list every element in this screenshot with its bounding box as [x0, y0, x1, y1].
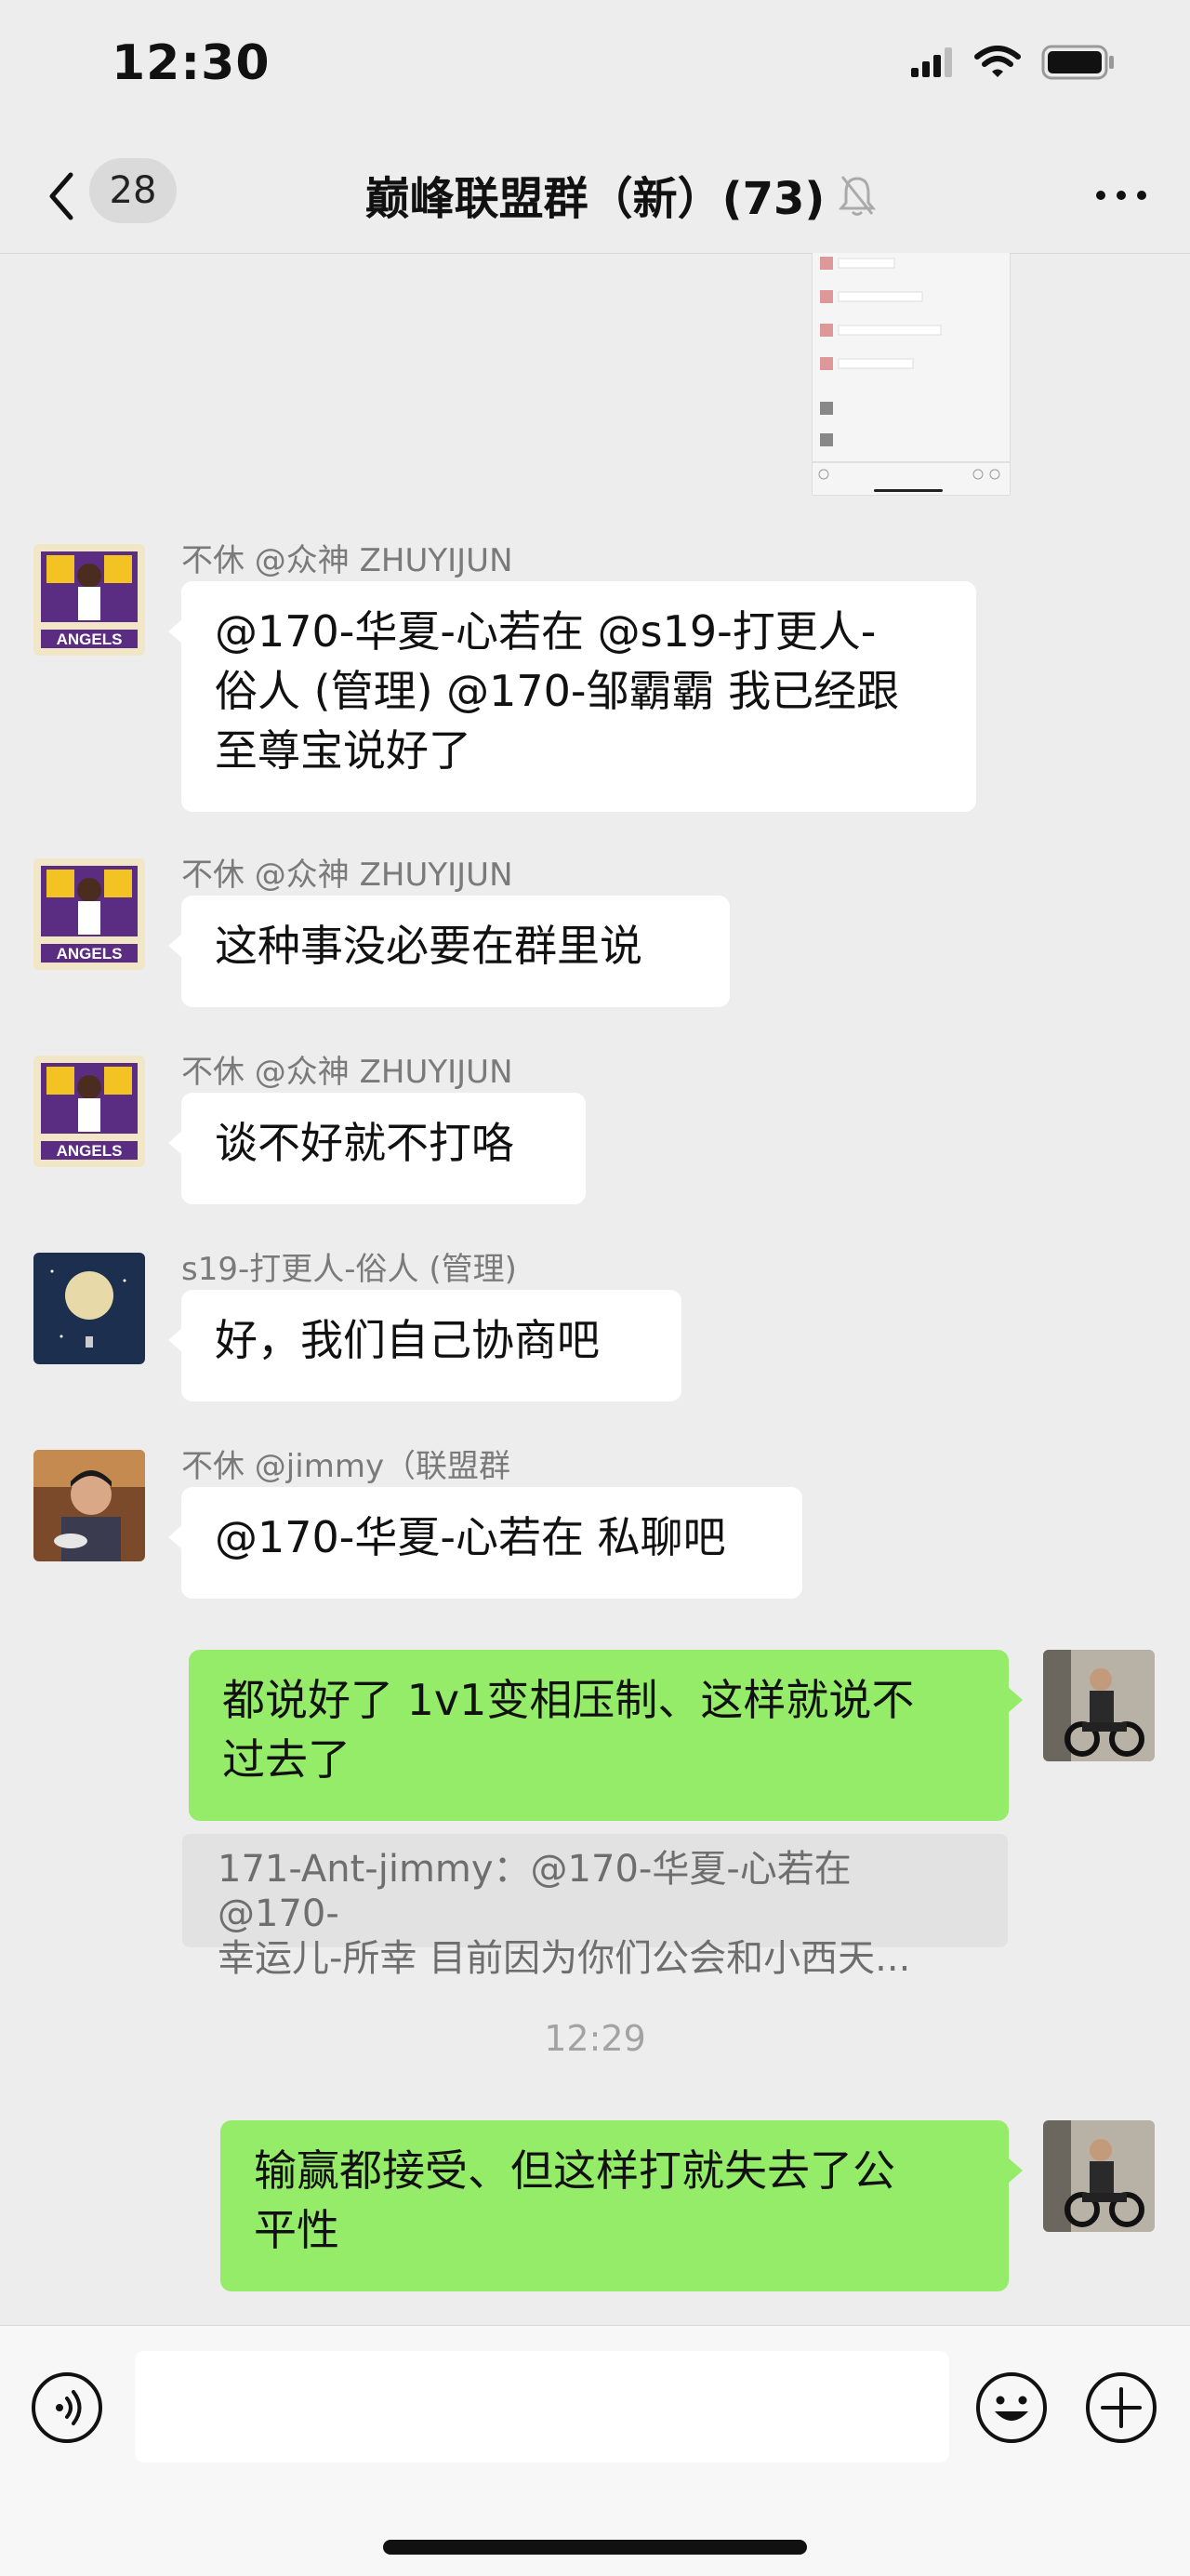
home-indicator — [383, 2540, 807, 2555]
status-icons — [911, 45, 1116, 80]
svg-text:ANGELS: ANGELS — [57, 1142, 123, 1160]
sender-name: s19-打更人-俗人 (管理) — [181, 1251, 517, 1288]
my-avatar[interactable] — [1043, 1650, 1155, 1761]
avatar[interactable] — [33, 1253, 145, 1364]
person-avatar-graphic — [33, 1450, 145, 1561]
quote-text-line: 171-Ant-jimmy：@170-华夏-心若在 @170- — [218, 1848, 852, 1935]
status-bar: 12:30 — [0, 0, 1190, 139]
message-text-line: @170-华夏-心若在 私聊吧 — [215, 1512, 726, 1562]
quote-text-line: 幸运儿-所幸 目前因为你们公会和小西天... — [218, 1937, 911, 1980]
status-time: 12:30 — [112, 35, 271, 91]
screenshot-preview-graphic — [813, 253, 1010, 495]
message-bubble[interactable]: @170-华夏-心若在 私聊吧 — [168, 1487, 802, 1599]
avatar[interactable]: ANGELS — [33, 544, 145, 656]
message-text-line: 好，我们自己协商吧 — [215, 1315, 600, 1365]
plus-icon[interactable] — [1084, 2370, 1158, 2445]
message-input[interactable] — [135, 2351, 949, 2463]
shared-screenshot-image[interactable] — [812, 253, 1011, 496]
avatar[interactable] — [33, 1450, 145, 1561]
message-text-line: 谈不好就不打咯 — [215, 1118, 514, 1168]
moon-avatar-graphic — [33, 1253, 145, 1364]
sender-name: 不休 @众神 ZHUYIJUN — [181, 542, 513, 579]
message-text-line: 这种事没必要在群里说 — [215, 921, 642, 971]
chat-timestamp: 12:29 — [544, 2018, 646, 2059]
quoted-message[interactable]: 171-Ant-jimmy：@170-华夏-心若在 @170- 幸运儿-所幸 目… — [182, 1834, 1008, 1980]
message-text-line: 至尊宝说好了 — [215, 725, 471, 776]
mute-bell-icon — [838, 176, 877, 216]
message-bubble[interactable]: 这种事没必要在群里说 — [168, 896, 730, 1007]
emoji-icon[interactable] — [974, 2370, 1049, 2445]
motorcycle-avatar-graphic — [1043, 2120, 1155, 2232]
message-text-line: 都说好了 1v1变相压制、这样就说不 — [222, 1675, 915, 1725]
message-bubble[interactable]: 输赢都接受、但这样打就失去了公 平性 — [220, 2120, 1023, 2291]
svg-text:ANGELS: ANGELS — [57, 631, 123, 648]
svg-text:ANGELS: ANGELS — [57, 945, 123, 963]
sender-name: 不休 @众神 ZHUYIJUN — [181, 856, 513, 894]
angels-avatar-graphic: ANGELS — [33, 1056, 145, 1167]
avatar[interactable]: ANGELS — [33, 858, 145, 970]
message-text-line: @170-华夏-心若在 @s19-打更人- — [215, 606, 877, 657]
message-text-line: 输赢都接受、但这样打就失去了公 — [254, 2145, 895, 2196]
my-avatar[interactable] — [1043, 2120, 1155, 2232]
input-bar — [0, 2325, 1190, 2576]
message-text-line: 过去了 — [222, 1734, 350, 1785]
message-text-line: 俗人 (管理) @170-邹霸霸 我已经跟 — [215, 666, 900, 716]
sender-name: 不休 @众神 ZHUYIJUN — [181, 1054, 513, 1091]
message-bubble[interactable]: 谈不好就不打咯 — [168, 1093, 586, 1204]
more-options-icon[interactable] — [1093, 177, 1149, 214]
avatar[interactable]: ANGELS — [33, 1056, 145, 1167]
wifi-icon — [974, 46, 1021, 77]
battery-icon — [1041, 45, 1114, 80]
angels-avatar-graphic: ANGELS — [33, 544, 145, 656]
voice-input-icon[interactable] — [30, 2370, 104, 2445]
motorcycle-avatar-graphic — [1043, 1650, 1155, 1761]
message-bubble[interactable]: 都说好了 1v1变相压制、这样就说不 过去了 — [189, 1650, 1023, 1821]
signal-icon — [911, 47, 952, 77]
message-bubble[interactable]: 好，我们自己协商吧 — [168, 1290, 681, 1401]
angels-avatar-graphic: ANGELS — [33, 858, 145, 970]
sender-name: 不休 @jimmy（联盟群 — [181, 1448, 511, 1485]
chat-title: 巅峰联盟群（新）(73) — [364, 173, 826, 225]
chat-header: 28 巅峰联盟群（新）(73) — [0, 139, 1190, 254]
message-text-line: 平性 — [254, 2205, 339, 2255]
message-bubble[interactable]: @170-华夏-心若在 @s19-打更人- 俗人 (管理) @170-邹霸霸 我… — [168, 581, 976, 812]
